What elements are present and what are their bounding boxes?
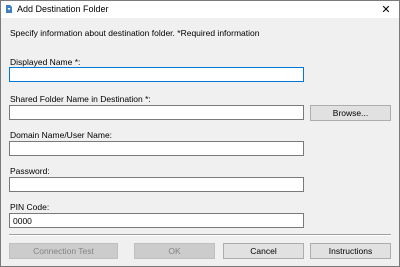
shared-folder-field[interactable]	[9, 105, 304, 120]
shared-folder-input[interactable]	[10, 106, 303, 119]
cancel-button[interactable]: Cancel	[223, 243, 304, 259]
displayed-name-label: Displayed Name *:	[10, 57, 81, 67]
close-button[interactable]: ✕	[373, 1, 399, 18]
window-title: Add Destination Folder	[17, 4, 109, 14]
password-label: Password:	[10, 166, 50, 176]
intro-text: Specify information about destination fo…	[10, 28, 260, 38]
pin-code-label: PIN Code:	[10, 202, 50, 212]
displayed-name-input[interactable]	[10, 68, 303, 81]
pin-code-input[interactable]	[10, 214, 303, 227]
password-input[interactable]	[10, 178, 303, 191]
connection-test-button[interactable]: Connection Test	[9, 243, 118, 259]
shared-folder-label: Shared Folder Name in Destination *:	[10, 94, 151, 104]
app-icon	[6, 5, 12, 13]
add-destination-folder-dialog: Add Destination Folder ✕ Specify informa…	[0, 0, 400, 267]
browse-button[interactable]: Browse...	[310, 105, 391, 121]
password-field[interactable]	[9, 177, 304, 192]
title-bar: Add Destination Folder ✕	[1, 1, 399, 18]
domain-user-input[interactable]	[10, 142, 303, 155]
domain-user-label: Domain Name/User Name:	[10, 130, 113, 140]
button-separator	[9, 234, 391, 236]
close-icon: ✕	[381, 4, 391, 16]
displayed-name-field[interactable]	[9, 67, 304, 82]
domain-user-field[interactable]	[9, 141, 304, 156]
pin-code-field[interactable]	[9, 213, 304, 228]
instructions-button[interactable]: Instructions	[310, 243, 391, 259]
ok-button[interactable]: OK	[134, 243, 215, 259]
